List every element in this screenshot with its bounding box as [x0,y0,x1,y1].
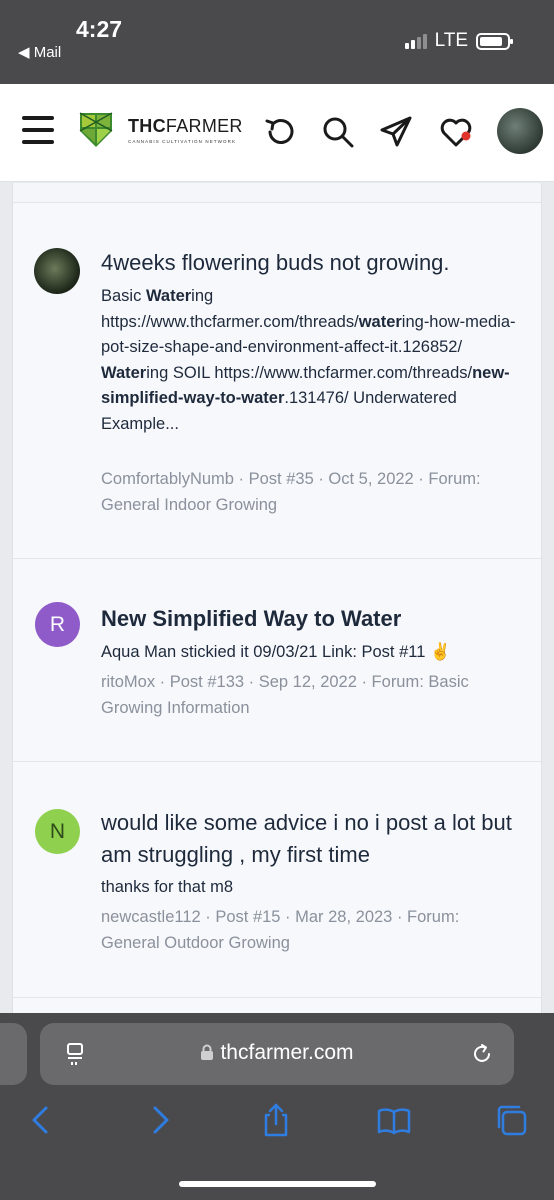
snippet-text: Basic [101,287,146,305]
battery-icon [476,32,513,50]
notification-dot-icon [461,131,471,141]
history-icon[interactable] [262,114,298,150]
result-title[interactable]: 4weeks flowering buds not growing. [101,247,531,279]
previous-tab[interactable] [0,1023,27,1085]
result-avatar-letter[interactable]: N [35,809,80,854]
snippet-highlight: water [358,312,402,331]
status-indicators: LTE [404,30,513,52]
result-snippet: Aqua Man stickied it 09/03/21 Link: Post… [101,643,451,661]
lock-icon [201,1044,214,1060]
snippet-text: ing SOIL https://www.thcfarmer.com/threa… [146,363,473,382]
snippet-highlight: Water [145,287,192,305]
result-snippet: thanks for that m8 [101,878,234,896]
back-icon[interactable] [24,1103,58,1137]
send-icon[interactable] [378,114,414,150]
status-time: 4:27 [76,16,123,42]
logo-mark-icon [79,112,113,147]
result-meta: ComfortablyNumb · Post #35 · Oct 5, 2022… [101,470,481,514]
result-avatar-letter[interactable]: R [35,602,80,647]
back-to-mail-link[interactable]: ◀ Mail [18,43,61,61]
address-bar[interactable]: thcfarmer.com [40,1023,514,1085]
browser-toolbar: thcfarmer.com [0,1013,554,1200]
tabs-icon[interactable] [494,1103,528,1137]
site-logo[interactable]: THCFARMER CANNABIS CULTIVATION NETWORK [78,111,243,149]
search-result[interactable]: 4weeks flowering buds not growing. Basic… [13,202,541,558]
url-row[interactable]: thcfarmer.com [40,1041,514,1065]
reload-icon[interactable] [470,1042,494,1066]
site-header: THCFARMER CANNABIS CULTIVATION NETWORK [0,84,554,182]
network-label: LTE [434,30,468,51]
logo-text-bold: THC [128,116,166,136]
status-bar: 4:27 ◀ Mail LTE [0,0,554,84]
search-result-next [13,997,541,1013]
menu-icon[interactable] [22,116,54,144]
bookmarks-icon[interactable] [377,1103,411,1137]
heart-icon[interactable] [438,114,474,150]
signal-icon [404,33,427,49]
search-results: 4weeks flowering buds not growing. Basic… [12,183,542,1013]
result-title[interactable]: would like some advice i no i post a lot… [101,807,531,871]
url-text[interactable]: thcfarmer.com [220,1041,353,1064]
result-title[interactable]: New Simplified Way to Water [101,603,531,635]
result-avatar-image[interactable] [34,248,80,294]
search-result[interactable]: R New Simplified Way to Water Aqua Man s… [13,558,541,761]
search-icon[interactable] [320,114,356,150]
logo-text-light: FARMER [165,116,243,136]
result-meta: newcastle112 · Post #15 · Mar 28, 2023 ·… [101,908,460,952]
search-result[interactable]: N would like some advice i no i post a l… [13,761,541,997]
result-meta: ritoMox · Post #133 · Sep 12, 2022 · For… [101,673,469,717]
user-avatar[interactable] [497,108,543,154]
forward-icon[interactable] [143,1103,177,1137]
logo-tagline: CANNABIS CULTIVATION NETWORK [128,139,237,144]
snippet-highlight: Water [101,363,147,382]
home-indicator[interactable] [179,1181,376,1187]
result-snippet: Basic Watering https://www.thcfarmer.com… [101,284,531,437]
share-icon[interactable] [259,1103,293,1137]
